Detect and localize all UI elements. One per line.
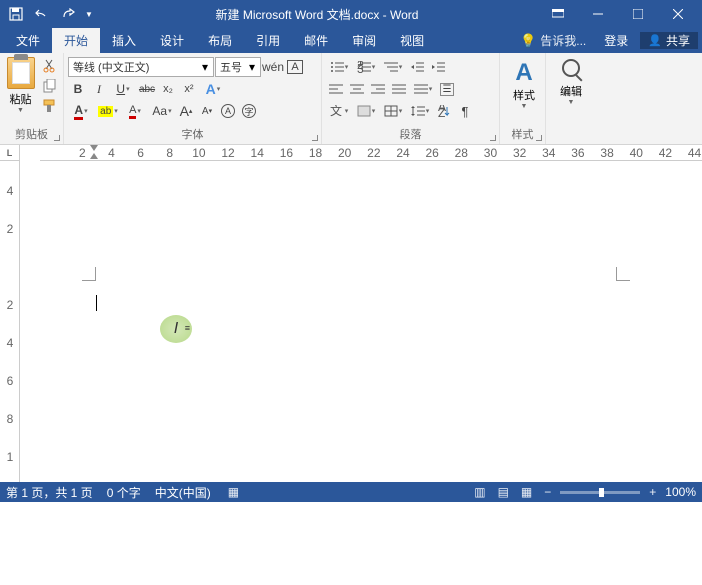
minimize-icon[interactable]: [578, 0, 618, 28]
vertical-ruler[interactable]: 4224681: [0, 161, 20, 482]
search-icon: [562, 59, 580, 77]
font-family-combo[interactable]: 等线 (中文正文)▾: [68, 57, 214, 77]
clipboard-dialog-launcher[interactable]: [50, 131, 60, 141]
print-layout-icon[interactable]: ▤: [495, 485, 512, 499]
strikethrough-button[interactable]: abc: [137, 79, 157, 99]
numbering-button[interactable]: 123▾: [353, 57, 379, 77]
multilevel-list-button[interactable]: ▾: [380, 57, 406, 77]
enclose-char-button[interactable]: A: [218, 101, 238, 121]
read-mode-icon[interactable]: ▥: [471, 485, 488, 499]
tab-mailings[interactable]: 邮件: [292, 28, 340, 53]
shrink-font-button[interactable]: A▾: [197, 101, 217, 121]
mouse-cursor-icon: I: [160, 315, 192, 343]
font-dialog-launcher[interactable]: [308, 131, 318, 141]
maximize-icon[interactable]: [618, 0, 658, 28]
close-icon[interactable]: [658, 0, 698, 28]
tab-references[interactable]: 引用: [244, 28, 292, 53]
show-marks-button[interactable]: ¶: [455, 101, 475, 121]
tell-me-search[interactable]: 💡告诉我...: [514, 32, 592, 49]
font-group-label: 字体: [64, 126, 321, 142]
tab-selector[interactable]: L: [0, 145, 20, 161]
zoom-level[interactable]: 100%: [665, 485, 696, 499]
macro-record-icon[interactable]: ▦: [225, 485, 242, 499]
char-shading-button[interactable]: A▾: [122, 101, 148, 121]
margin-mark-icon: [616, 267, 630, 281]
save-icon[interactable]: [4, 2, 28, 26]
align-left-button[interactable]: [326, 79, 346, 99]
styles-button[interactable]: A 样式 ▼: [504, 55, 544, 110]
bullets-button[interactable]: ▾: [326, 57, 352, 77]
tab-home[interactable]: 开始: [52, 28, 100, 53]
tab-view[interactable]: 视图: [388, 28, 436, 53]
decrease-indent-button[interactable]: [407, 57, 427, 77]
paste-button[interactable]: 粘贴 ▼: [4, 55, 37, 121]
tab-review[interactable]: 审阅: [340, 28, 388, 53]
paragraph-group-label: 段落: [322, 126, 499, 142]
text-effects-button[interactable]: A▾: [200, 79, 226, 99]
ribbon-display-icon[interactable]: [538, 0, 578, 28]
zoom-slider[interactable]: [560, 491, 640, 494]
underline-button[interactable]: U▾: [110, 79, 136, 99]
phonetic-guide-button[interactable]: wén: [262, 57, 284, 77]
tab-layout[interactable]: 布局: [196, 28, 244, 53]
login-button[interactable]: 登录: [594, 32, 638, 49]
subscript-button[interactable]: x₂: [158, 79, 178, 99]
line-spacing-button[interactable]: ▾: [407, 101, 433, 121]
bold-button[interactable]: B: [68, 79, 88, 99]
window-title: 新建 Microsoft Word 文档.docx - Word: [96, 6, 538, 23]
share-button[interactable]: 👤共享: [640, 32, 698, 49]
zoom-out-button[interactable]: −: [541, 485, 554, 499]
increase-indent-button[interactable]: [428, 57, 448, 77]
redo-icon[interactable]: [56, 2, 80, 26]
cut-icon[interactable]: [39, 57, 59, 75]
undo-icon[interactable]: [30, 2, 54, 26]
char-ring-button[interactable]: 字: [239, 101, 259, 121]
paste-icon: [7, 57, 35, 89]
font-color-button[interactable]: A▾: [68, 101, 94, 121]
language-status[interactable]: 中文(中国): [155, 484, 211, 501]
page-number-status[interactable]: 第 1 页，共 1 页: [6, 484, 93, 501]
editing-button[interactable]: 编辑 ▼: [550, 55, 592, 106]
svg-text:Z: Z: [438, 106, 445, 117]
horizontal-ruler[interactable]: 2468101214161820222426283032343638404244: [40, 145, 702, 161]
tab-file[interactable]: 文件: [4, 28, 52, 53]
page[interactable]: I: [50, 185, 670, 585]
copy-icon[interactable]: [39, 77, 59, 95]
tab-insert[interactable]: 插入: [100, 28, 148, 53]
word-count-status[interactable]: 0 个字: [107, 484, 141, 501]
styles-dialog-launcher[interactable]: [532, 131, 542, 141]
document-canvas[interactable]: I: [20, 161, 702, 482]
justify-button[interactable]: [389, 79, 409, 99]
asian-layout-button[interactable]: ☰: [437, 79, 457, 99]
text-direction-button[interactable]: 文▾: [326, 101, 352, 121]
grow-font-button[interactable]: A▴: [176, 101, 196, 121]
format-painter-icon[interactable]: [39, 97, 59, 115]
styles-icon: A: [515, 59, 532, 87]
text-cursor: [96, 295, 97, 311]
svg-text:文: 文: [330, 105, 342, 117]
align-right-button[interactable]: [368, 79, 388, 99]
zoom-in-button[interactable]: +: [646, 485, 659, 499]
margin-mark-icon: [82, 267, 96, 281]
paragraph-dialog-launcher[interactable]: [486, 131, 496, 141]
distributed-button[interactable]: ▾: [410, 79, 436, 99]
qat-customize-icon[interactable]: ▼: [82, 2, 96, 26]
web-layout-icon[interactable]: ▦: [518, 485, 535, 499]
superscript-button[interactable]: x²: [179, 79, 199, 99]
align-center-button[interactable]: [347, 79, 367, 99]
tab-design[interactable]: 设计: [148, 28, 196, 53]
shading-button[interactable]: ▾: [353, 101, 379, 121]
change-case-button[interactable]: Aa▾: [149, 101, 175, 121]
highlight-button[interactable]: ab▾: [95, 101, 121, 121]
font-size-combo[interactable]: 五号▾: [215, 57, 261, 77]
italic-button[interactable]: I: [89, 79, 109, 99]
borders-button[interactable]: ▾: [380, 101, 406, 121]
char-border-button[interactable]: A: [285, 57, 305, 77]
sort-button[interactable]: AZ: [434, 101, 454, 121]
